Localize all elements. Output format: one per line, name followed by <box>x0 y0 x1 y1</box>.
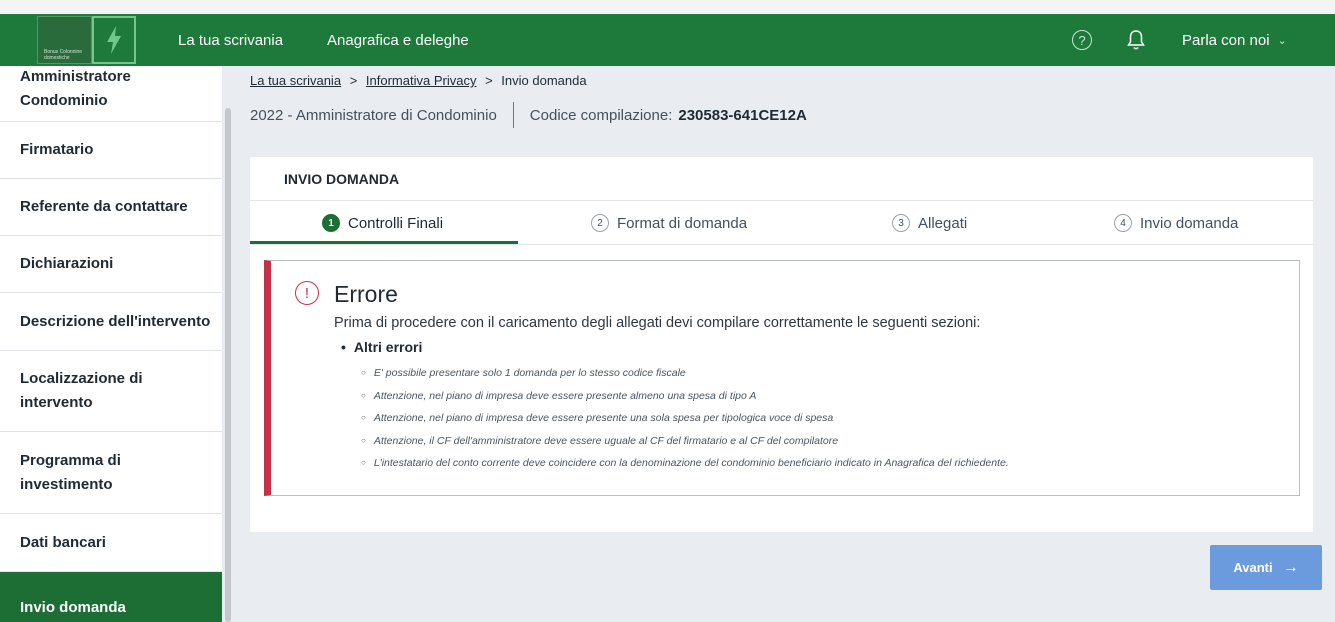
sidebar-scrollbar-thumb[interactable] <box>225 108 231 622</box>
error-item: E' possibile presentare solo 1 domanda p… <box>361 362 1009 385</box>
error-item: L'intestatario del conto corrente deve c… <box>361 452 1009 475</box>
sidebar-item-label: Referente da contattare <box>20 198 188 215</box>
sidebar-item-label: Amministratore Condominio <box>20 67 131 109</box>
step-number: 3 <box>892 214 910 232</box>
error-item: Attenzione, il CF dell'amministratore de… <box>361 430 1009 453</box>
sidebar-item-dati-bancari[interactable]: Dati bancari <box>0 514 222 572</box>
code-value: 230583-641CE12A <box>678 106 807 124</box>
bell-icon[interactable] <box>1126 29 1146 51</box>
year-role-label: 2022 - Amministratore di Condominio <box>250 106 497 124</box>
error-description: Prima di procedere con il caricamento de… <box>334 315 981 331</box>
sidebar-item-referente[interactable]: Referente da contattare <box>0 179 222 236</box>
sidebar-item-descrizione[interactable]: Descrizione dell'intervento <box>0 293 222 351</box>
invio-domanda-card: INVIO DOMANDA 1 Controlli Finali 2 Forma… <box>250 157 1313 532</box>
chat-label: Parla con noi <box>1182 31 1270 49</box>
sidebar-item-label: Descrizione dell'intervento <box>20 312 211 330</box>
sidebar-item-localizzazione[interactable]: Localizzazione di intervento <box>0 351 222 432</box>
sidebar-item-amministratore[interactable]: Amministratore Condominio <box>0 56 222 122</box>
card-title: INVIO DOMANDA <box>284 171 400 187</box>
top-strip <box>0 0 1335 14</box>
chevron-down-icon: ⌄ <box>1277 34 1287 47</box>
step-controlli-finali[interactable]: 1 Controlli Finali <box>322 201 443 245</box>
step-label: Allegati <box>918 214 968 232</box>
error-list: E' possibile presentare solo 1 domanda p… <box>361 362 1009 475</box>
help-icon[interactable]: ? <box>1072 30 1092 50</box>
error-item: Attenzione, nel piano di impresa deve es… <box>361 385 1009 408</box>
breadcrumb-link-privacy[interactable]: Informativa Privacy <box>366 73 477 88</box>
step-number: 4 <box>1114 214 1132 232</box>
error-section-title: Altri errori <box>341 339 422 355</box>
error-item: Attenzione, nel piano di impresa deve es… <box>361 407 1009 430</box>
nav-anagrafica-deleghe[interactable]: Anagrafica e deleghe <box>327 14 469 66</box>
page-subheader: 2022 - Amministratore di Condominio Codi… <box>250 102 807 128</box>
sidebar: Amministratore Condominio Firmatario Ref… <box>0 66 222 622</box>
arrow-right-icon: → <box>1282 558 1299 576</box>
breadcrumb-link-scrivania[interactable]: La tua scrivania <box>250 73 341 88</box>
step-format-domanda[interactable]: 2 Format di domanda <box>591 201 747 245</box>
step-invio-domanda[interactable]: 4 Invio domanda <box>1114 201 1238 245</box>
alert-icon: ! <box>295 281 319 305</box>
sidebar-item-firmatario[interactable]: Firmatario <box>0 122 222 179</box>
sidebar-item-invio-domanda[interactable]: Invio domanda <box>0 572 222 622</box>
step-label: Invio domanda <box>1140 214 1239 232</box>
chat-menu[interactable]: Parla con noi ⌄ <box>1182 14 1287 66</box>
step-label: Controlli Finali <box>348 214 444 232</box>
lightning-icon <box>107 26 121 54</box>
step-allegati[interactable]: 3 Allegati <box>892 201 967 245</box>
breadcrumb: La tua scrivania > Informativa Privacy >… <box>250 73 587 88</box>
error-title: Errore <box>334 281 398 307</box>
sidebar-item-label: Dati bancari <box>20 533 106 551</box>
error-alert: ! Errore Prima di procedere con il caric… <box>264 260 1300 496</box>
avanti-button[interactable]: Avanti → <box>1210 545 1322 590</box>
sidebar-item-label: Programma di investimento <box>20 451 121 493</box>
breadcrumb-current: Invio domanda <box>501 73 587 88</box>
breadcrumb-separator: > <box>349 73 358 88</box>
sidebar-item-label: Invio domanda <box>20 599 126 616</box>
sidebar-item-dichiarazioni[interactable]: Dichiarazioni <box>0 236 222 293</box>
sidebar-item-label: Localizzazione di intervento <box>20 370 143 411</box>
step-number: 2 <box>591 214 609 232</box>
active-step-indicator <box>250 241 518 244</box>
sidebar-item-programma[interactable]: Programma di investimento <box>0 432 222 514</box>
step-number: 1 <box>322 214 340 232</box>
step-label: Format di domanda <box>617 214 748 232</box>
sidebar-item-label: Dichiarazioni <box>20 255 114 272</box>
code-label: Codice compilazione: <box>529 106 673 124</box>
breadcrumb-separator: > <box>485 73 493 88</box>
stepper: 1 Controlli Finali 2 Format di domanda 3… <box>250 200 1313 245</box>
divider <box>512 102 514 128</box>
sidebar-item-label: Firmatario <box>20 141 94 158</box>
avanti-label: Avanti <box>1233 560 1273 575</box>
